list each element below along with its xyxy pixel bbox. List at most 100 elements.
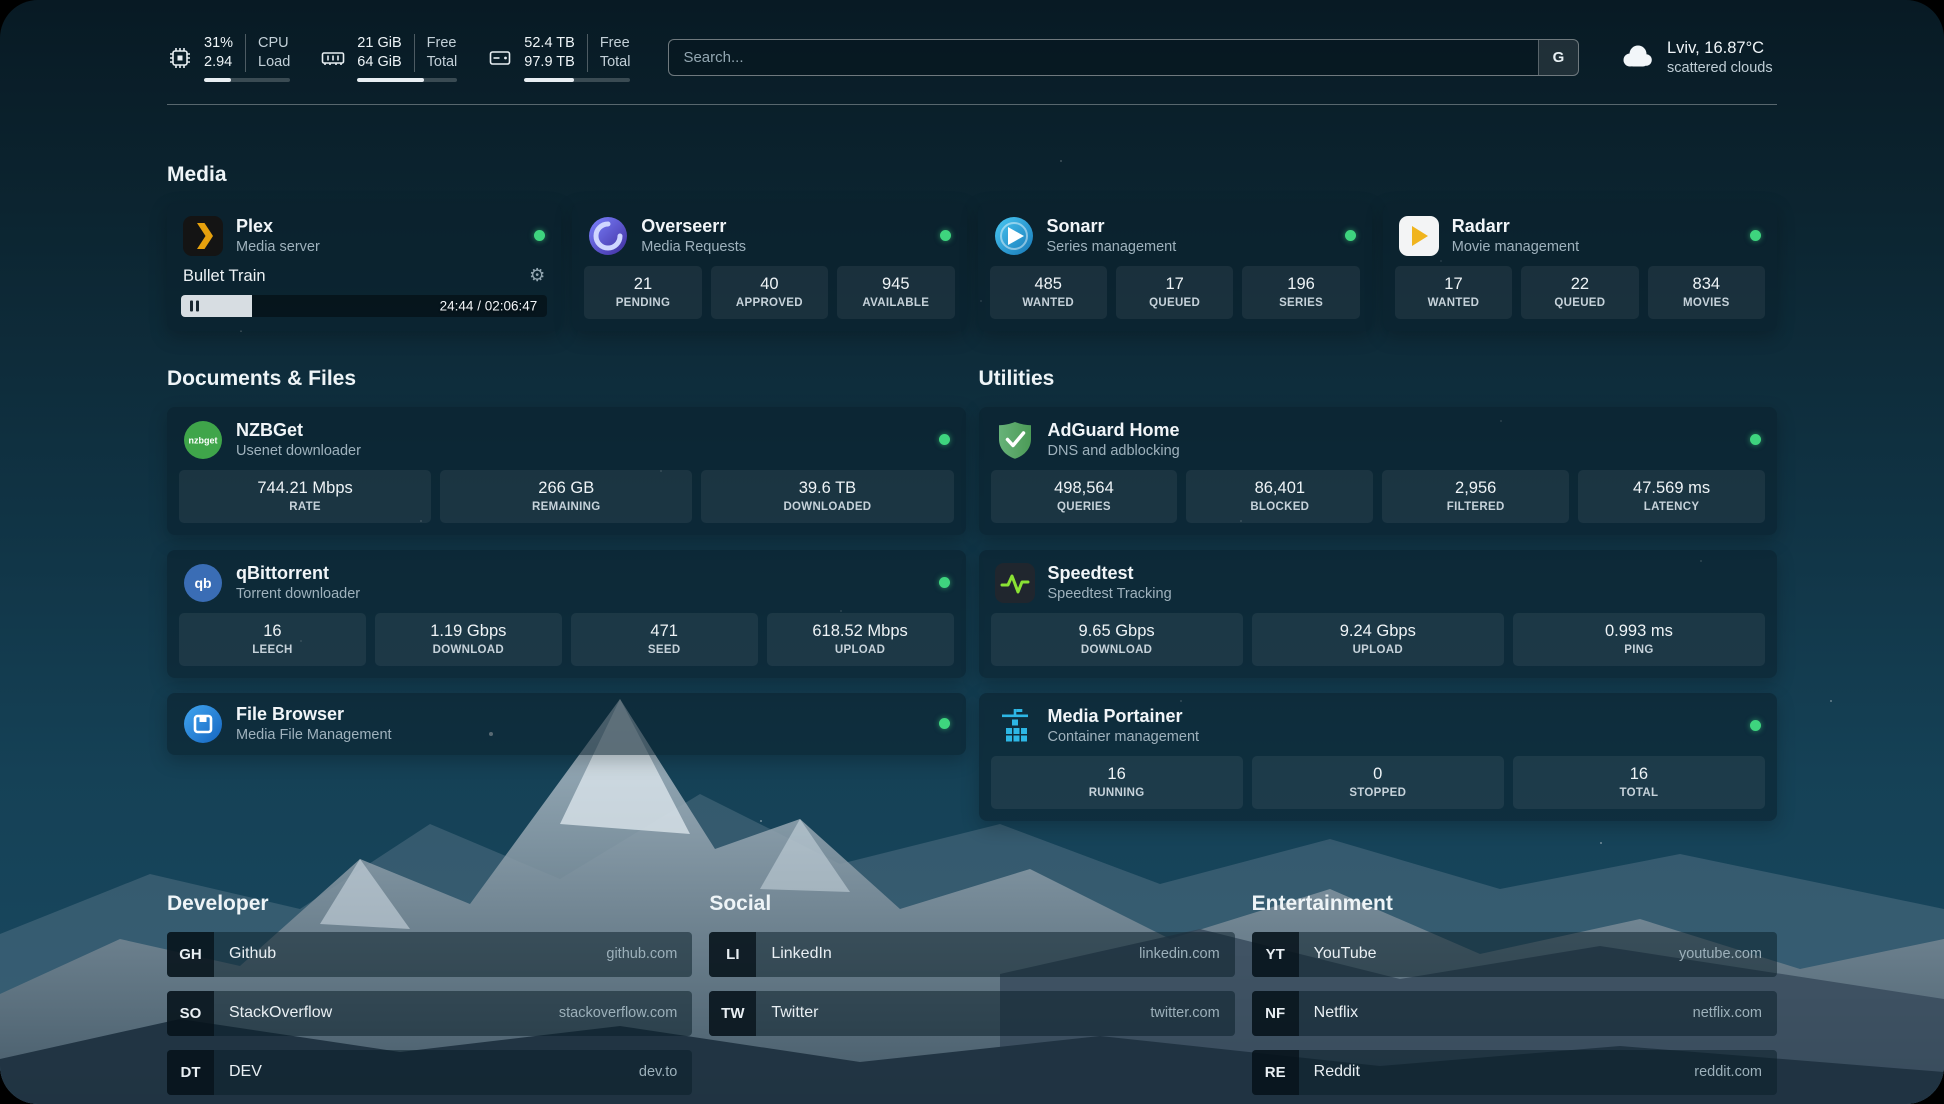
filebrowser-icon — [183, 704, 223, 744]
status-dot-online — [1750, 230, 1761, 241]
dev-badge: DT — [167, 1050, 214, 1095]
app-card-adguard[interactable]: AdGuard Home DNS and adblocking 498,564 … — [979, 407, 1778, 535]
app-name: AdGuard Home — [1048, 420, 1180, 442]
radarr-icon — [1399, 216, 1439, 256]
app-card-qbittorrent[interactable]: qb qBittorrent Torrent downloader 16 LEE… — [167, 550, 966, 678]
stat-box: 9.65 Gbps DOWNLOAD — [991, 613, 1243, 666]
app-card-filebrowser[interactable]: File Browser Media File Management — [167, 693, 966, 755]
svg-text:nzbget: nzbget — [189, 435, 218, 445]
bookmark-netflix[interactable]: NF Netflix netflix.com — [1252, 991, 1777, 1036]
now-playing-title: Bullet Train — [183, 267, 266, 286]
memory-free: 21 GiB — [357, 34, 401, 53]
status-dot-online — [939, 577, 950, 588]
bookmark-youtube[interactable]: YT YouTube youtube.com — [1252, 932, 1777, 977]
stat-box: 2,956 FILTERED — [1382, 470, 1569, 523]
app-name: Plex — [236, 216, 320, 238]
app-name: NZBGet — [236, 420, 361, 442]
stat-box: 945 AVAILABLE — [837, 266, 954, 319]
search-engine-button[interactable]: G — [1538, 40, 1578, 75]
app-card-plex[interactable]: Plex Media server Bullet Train ⚙ 24:44 /… — [167, 203, 561, 331]
cpu-load-label: Load — [258, 53, 290, 72]
cpu-load: 2.94 — [204, 53, 233, 72]
bookmark-group-developer: Developer GH Github github.com SO StackO… — [167, 892, 692, 1104]
stat-box: 498,564 QUERIES — [991, 470, 1178, 523]
weather-condition: scattered clouds — [1667, 60, 1773, 76]
stat-box: 834 MOVIES — [1648, 266, 1765, 319]
app-card-speedtest[interactable]: Speedtest Speedtest Tracking 9.65 Gbps D… — [979, 550, 1778, 678]
cpu-percent: 31% — [204, 34, 233, 53]
cpu-label: CPU — [258, 34, 290, 53]
status-dot-online — [939, 718, 950, 729]
app-card-overseerr[interactable]: Overseerr Media Requests 21 PENDING 40 A… — [572, 203, 966, 331]
app-card-sonarr[interactable]: Sonarr Series management 485 WANTED 17 Q… — [978, 203, 1372, 331]
status-dot-online — [939, 434, 950, 445]
dashboard-screen: 31% 2.94 CPU Load — [0, 0, 1944, 1104]
memory-free-label: Free — [427, 34, 458, 53]
app-name: Overseerr — [641, 216, 746, 238]
app-subtitle: Media server — [236, 239, 320, 255]
search-bar[interactable]: G — [668, 39, 1579, 76]
bookmark-stackoverflow[interactable]: SO StackOverflow stackoverflow.com — [167, 991, 692, 1036]
disk-free-label: Free — [600, 34, 631, 53]
status-dot-online — [1750, 434, 1761, 445]
media-section: Plex Media server Bullet Train ⚙ 24:44 /… — [167, 203, 1777, 331]
playback-time: 24:44 / 02:06:47 — [440, 298, 538, 313]
bookmark-dev[interactable]: DT DEV dev.to — [167, 1050, 692, 1095]
app-subtitle: Media File Management — [236, 727, 392, 743]
pause-icon[interactable] — [190, 300, 199, 311]
reddit-badge: RE — [1252, 1050, 1299, 1095]
app-subtitle: Media Requests — [641, 239, 746, 255]
app-name: Sonarr — [1047, 216, 1177, 238]
app-name: Media Portainer — [1048, 706, 1200, 728]
stat-box: 0.993 ms PING — [1513, 613, 1765, 666]
app-subtitle: DNS and adblocking — [1048, 443, 1180, 459]
nzbget-icon: nzbget — [183, 420, 223, 460]
stat-box: 196 SERIES — [1242, 266, 1359, 319]
disk-total: 97.9 TB — [524, 53, 575, 72]
stat-box: 17 QUEUED — [1116, 266, 1233, 319]
memory-widget: 21 GiB 64 GiB Free Total — [320, 34, 457, 82]
stat-box: 485 WANTED — [990, 266, 1107, 319]
bookmark-reddit[interactable]: RE Reddit reddit.com — [1252, 1050, 1777, 1095]
plex-progress-bar[interactable]: 24:44 / 02:06:47 — [181, 295, 547, 317]
disk-usage-bar — [524, 78, 630, 82]
stat-box: 16 TOTAL — [1513, 756, 1765, 809]
cpu-usage-bar — [204, 78, 290, 82]
disk-widget: 52.4 TB 97.9 TB Free Total — [487, 34, 630, 82]
settings-gear-icon[interactable]: ⚙ — [529, 267, 545, 285]
search-input[interactable] — [669, 40, 1538, 75]
bookmark-group-social: Social LI LinkedIn linkedin.com TW Twitt… — [709, 892, 1234, 1104]
stat-box: 47.569 ms LATENCY — [1578, 470, 1765, 523]
bookmark-linkedin[interactable]: LI LinkedIn linkedin.com — [709, 932, 1234, 977]
stat-box: 22 QUEUED — [1521, 266, 1638, 319]
disk-total-label: Total — [600, 53, 631, 72]
stat-box: 9.24 Gbps UPLOAD — [1252, 613, 1504, 666]
memory-total-label: Total — [427, 53, 458, 72]
overseerr-icon — [588, 216, 628, 256]
stat-box: 21 PENDING — [584, 266, 701, 319]
stat-box: 40 APPROVED — [711, 266, 828, 319]
stat-box: 86,401 BLOCKED — [1186, 470, 1373, 523]
app-card-nzbget[interactable]: nzbget NZBGet Usenet downloader 744.21 M… — [167, 407, 966, 535]
stat-box: 471 SEED — [571, 613, 758, 666]
stat-box: 744.21 Mbps RATE — [179, 470, 431, 523]
weather-widget: Lviv, 16.87°C scattered clouds — [1617, 39, 1777, 76]
app-card-portainer[interactable]: Media Portainer Container management 16 … — [979, 693, 1778, 821]
bookmark-github[interactable]: GH Github github.com — [167, 932, 692, 977]
plex-icon — [183, 216, 223, 256]
documents-section: Documents & Files nzbget NZBGet Usenet d — [167, 367, 966, 836]
bookmark-twitter[interactable]: TW Twitter twitter.com — [709, 991, 1234, 1036]
section-title-documents: Documents & Files — [167, 367, 966, 391]
app-subtitle: Usenet downloader — [236, 443, 361, 459]
cloud-icon — [1617, 40, 1655, 75]
stat-box: 1.19 Gbps DOWNLOAD — [375, 613, 562, 666]
cpu-widget: 31% 2.94 CPU Load — [167, 34, 290, 82]
status-dot-online — [534, 230, 545, 241]
twitter-badge: TW — [709, 991, 756, 1036]
app-card-radarr[interactable]: Radarr Movie management 17 WANTED 22 QUE… — [1383, 203, 1777, 331]
bookmark-group-entertainment: Entertainment YT YouTube youtube.com NF … — [1252, 892, 1777, 1104]
memory-total: 64 GiB — [357, 53, 401, 72]
system-stats: 31% 2.94 CPU Load — [167, 34, 630, 82]
app-name: File Browser — [236, 704, 392, 726]
svg-text:qb: qb — [194, 575, 211, 591]
